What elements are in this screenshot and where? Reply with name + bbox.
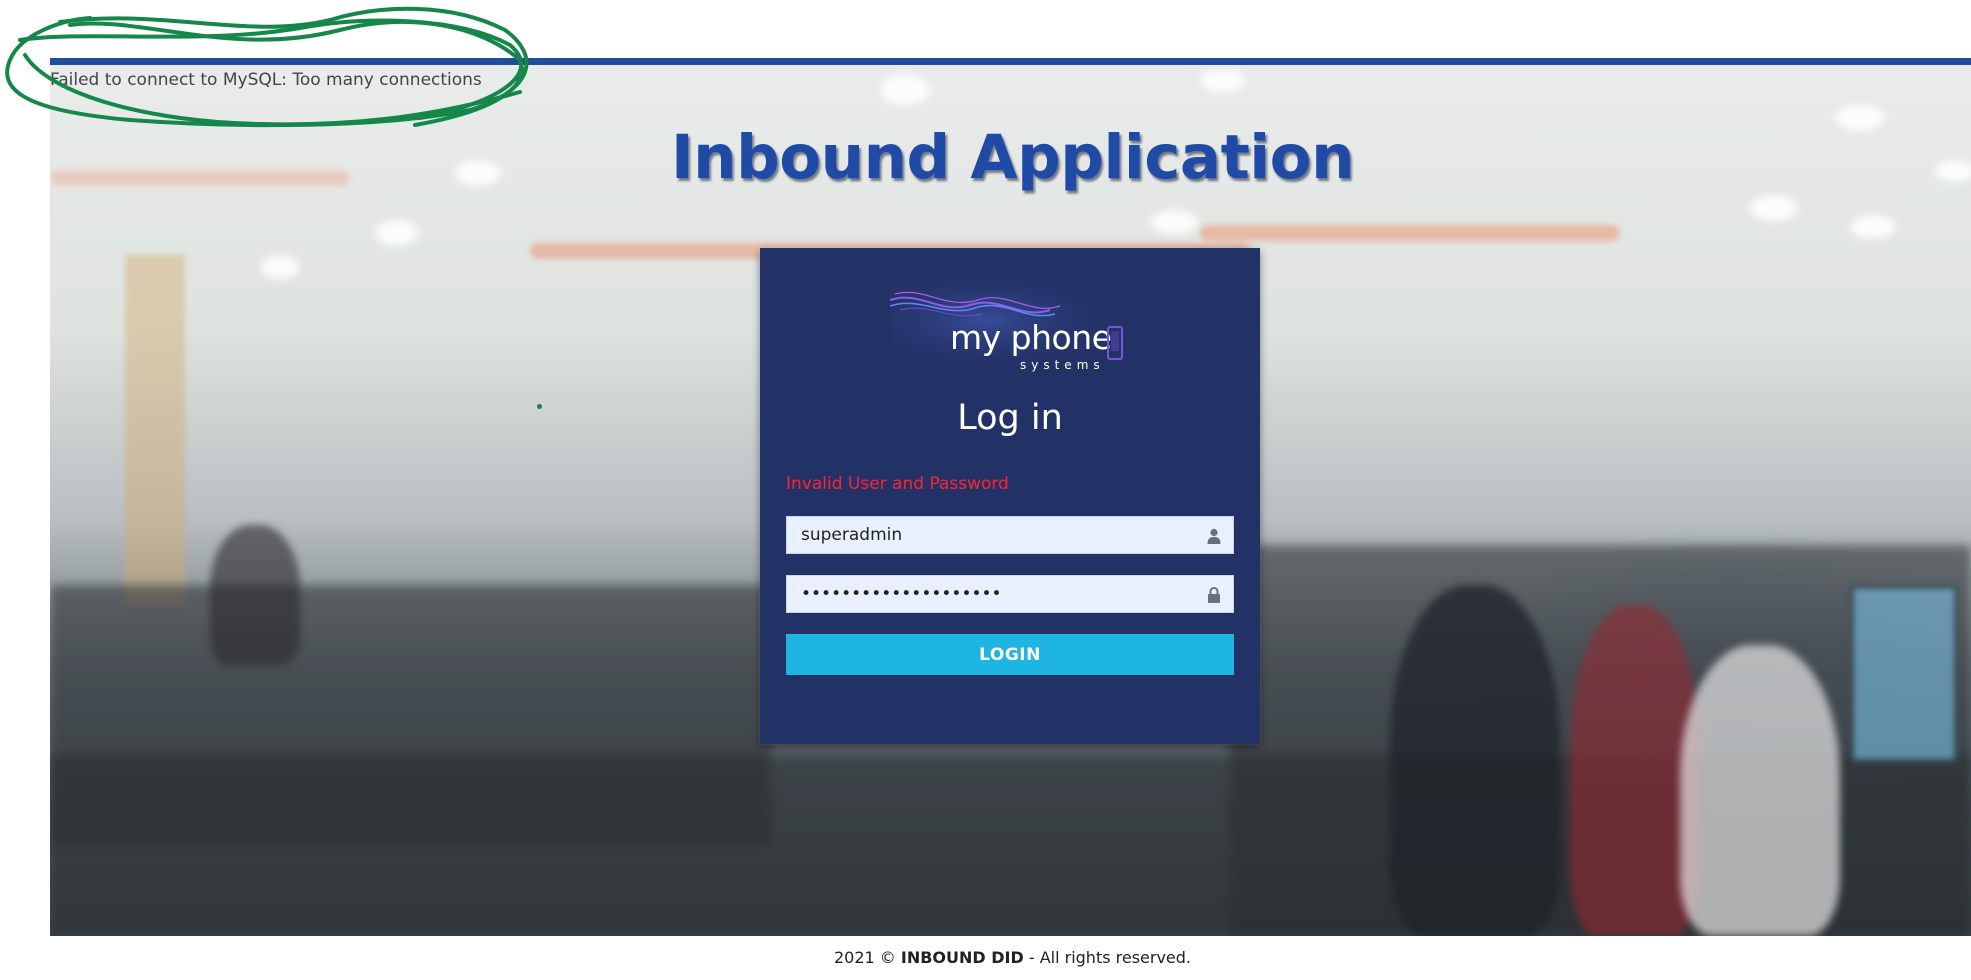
login-error-message: Invalid User and Password [786, 474, 1009, 494]
my-phone-systems-logo: my phone systems [890, 280, 1130, 372]
footer: 2021 © INBOUND DID - All rights reserved… [0, 948, 1971, 967]
login-heading: Log in [957, 398, 1063, 438]
user-icon [1207, 528, 1221, 544]
username-field-wrapper [786, 516, 1234, 554]
top-divider-bar [50, 58, 1971, 65]
footer-brand: INBOUND DID [900, 948, 1024, 967]
footer-prefix: 2021 © [833, 948, 901, 967]
login-button[interactable]: LOGIN [786, 634, 1234, 675]
logo-subtext: systems [1020, 358, 1105, 372]
lock-icon [1208, 587, 1220, 603]
app-title: Inbound Application [670, 122, 1355, 193]
password-field-wrapper [786, 575, 1234, 613]
phone-icon [1107, 326, 1123, 360]
username-input[interactable] [787, 517, 1201, 553]
login-card: my phone systems Log in Invalid User and… [760, 248, 1260, 744]
db-connection-error: Failed to connect to MySQL: Too many con… [50, 70, 482, 90]
logo-text: my phone [950, 318, 1112, 357]
green-dot-mark [537, 404, 542, 409]
footer-suffix: - All rights reserved. [1023, 948, 1192, 967]
password-input[interactable] [787, 576, 1201, 612]
